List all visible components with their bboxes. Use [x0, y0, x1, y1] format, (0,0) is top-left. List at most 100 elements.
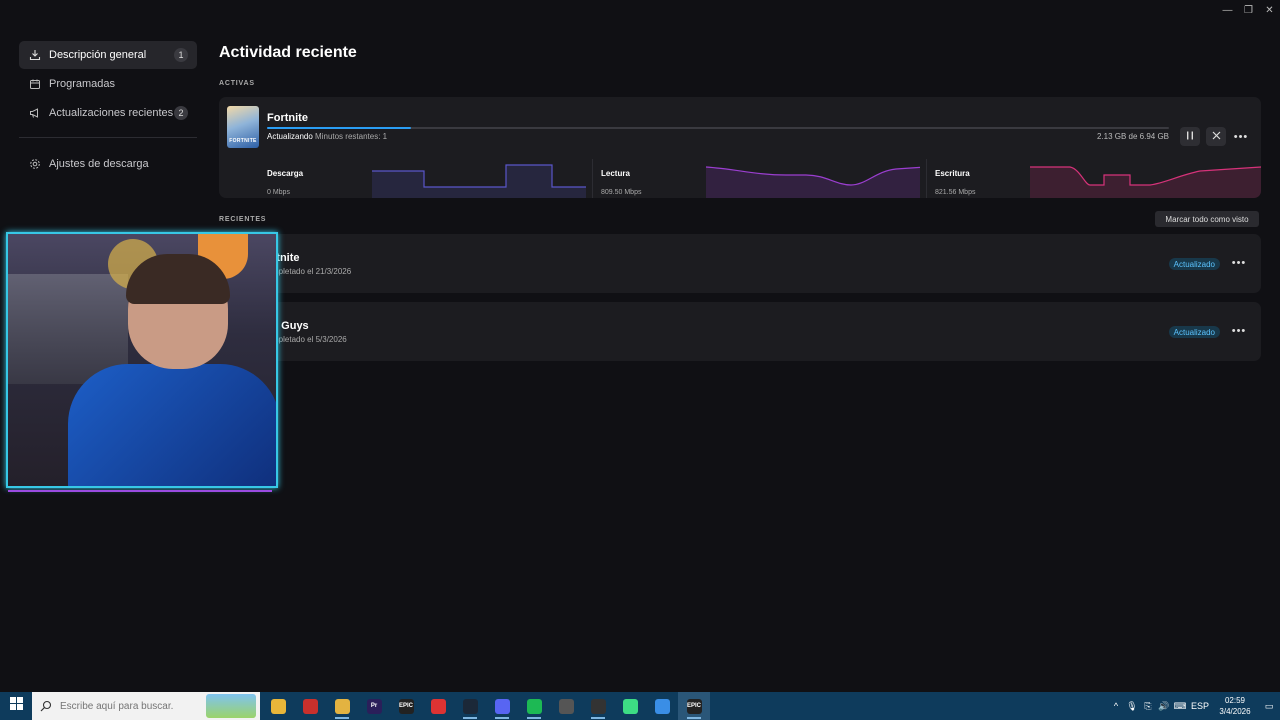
stat-read: Lectura 809.50 Mbps [586, 157, 920, 198]
webcam-overlay [6, 232, 278, 488]
file-explorer-icon [270, 698, 286, 714]
game-thumbnail[interactable]: FORTNITE [227, 106, 259, 148]
android-icon [622, 698, 638, 714]
status-text: Actualizando [267, 132, 313, 141]
search-highlight-image [206, 694, 256, 718]
taskbar-app[interactable] [646, 692, 678, 720]
start-button[interactable] [0, 692, 32, 720]
status-badge: Actualizado [1168, 326, 1220, 338]
discord-icon [494, 698, 510, 714]
taskbar-app[interactable] [454, 692, 486, 720]
taskbar-search[interactable] [32, 692, 260, 720]
megaphone-icon [28, 106, 42, 120]
search-icon [40, 700, 52, 712]
sidebar-item-recent-updates[interactable]: Actualizaciones recientes 2 [19, 99, 197, 127]
sidebar-item-overview[interactable]: Descripción general 1 [19, 41, 197, 69]
minimize-button[interactable]: — [1217, 0, 1238, 20]
more-options-button[interactable]: ••• [1230, 325, 1248, 337]
taskbar-app[interactable] [294, 692, 326, 720]
stat-write: Escritura 821.56 Mbps [920, 157, 1261, 198]
obs-icon [590, 698, 606, 714]
sidebar-item-scheduled[interactable]: Programadas [19, 70, 197, 98]
app-red-icon [302, 698, 318, 714]
close-icon [1212, 131, 1221, 142]
sidebar-item-download-settings[interactable]: Ajustes de descarga [19, 150, 197, 178]
section-label-recent: RECIENTES [219, 216, 267, 223]
section-label-active: ACTIVAS [219, 80, 255, 87]
network-icon[interactable]: ⎘ [1140, 692, 1156, 720]
sidebar-item-label: Ajustes de descarga [49, 158, 149, 170]
count-badge: 1 [174, 48, 188, 62]
sidebar-divider [19, 137, 197, 138]
stat-label: Descarga [267, 169, 304, 178]
recent-item[interactable]: ll Guys mpletado el 5/3/2026 Actualizado… [219, 302, 1261, 361]
sidebar-item-label: Programadas [49, 78, 116, 90]
keyboard-icon[interactable]: ⌨ [1172, 692, 1188, 720]
recent-item-date: mpletado el 21/3/2026 [272, 267, 352, 276]
stat-value: 0 Mbps [267, 189, 290, 196]
pause-button[interactable] [1180, 127, 1200, 146]
taskbar-app-active[interactable]: EPIC [678, 692, 710, 720]
epic-games-active-icon: EPIC [686, 698, 702, 714]
stat-label: Lectura [601, 169, 630, 178]
more-options-button[interactable]: ••• [1232, 131, 1250, 143]
taskbar-app[interactable] [518, 692, 550, 720]
active-download-card: FORTNITE Fortnite Actualizando Minutos r… [219, 97, 1261, 198]
restore-button[interactable]: ❐ [1238, 0, 1259, 20]
taskbar-app[interactable] [582, 692, 614, 720]
sidebar-item-label: Actualizaciones recientes [49, 107, 174, 119]
taskbar-app[interactable] [262, 692, 294, 720]
clock-time: 02:59 [1224, 696, 1246, 705]
steam-icon [462, 698, 478, 714]
taskbar-app[interactable] [486, 692, 518, 720]
size-text: 2.13 GB de 6.94 GB [1096, 132, 1169, 141]
microphone-icon[interactable]: 🎙 [1124, 692, 1140, 720]
recent-item-date: mpletado el 5/3/2026 [272, 335, 347, 344]
taskbar-app[interactable]: EPIC [390, 692, 422, 720]
app-blue-icon [654, 698, 670, 714]
recent-item[interactable]: rtnite mpletado el 21/3/2026 Actualizado… [219, 234, 1261, 293]
app-red2-icon [430, 698, 446, 714]
calendar-icon [28, 77, 42, 91]
remaining-text: Minutos restantes: 1 [315, 132, 388, 141]
search-input[interactable] [60, 700, 210, 712]
sidebar: Descripción general 1 Programadas Actual… [19, 41, 197, 179]
volume-icon[interactable]: 🔊 [1156, 692, 1172, 720]
more-options-button[interactable]: ••• [1230, 257, 1248, 269]
close-window-button[interactable]: ✕ [1259, 0, 1280, 20]
epic-games-icon: EPIC [398, 698, 414, 714]
clock[interactable]: 02:59 3/4/2026 [1212, 695, 1258, 717]
status-line: Actualizando Minutos restantes: 1 [267, 132, 387, 141]
webcam-accent-bar [8, 490, 272, 492]
game-name: Fortnite [267, 112, 308, 124]
sidebar-item-label: Descripción general [49, 49, 147, 61]
language-indicator[interactable]: ESP [1188, 692, 1212, 720]
stat-value: 821.56 Mbps [935, 189, 976, 196]
status-badge: Actualizado [1168, 258, 1220, 270]
stat-download: Descarga 0 Mbps [252, 157, 586, 198]
stat-label: Escritura [935, 169, 970, 178]
pause-icon [1186, 131, 1194, 142]
taskbar-apps: Pr EPIC EPIC [262, 692, 710, 720]
spotify-icon [526, 698, 542, 714]
chrome-icon [334, 698, 350, 714]
taskbar-app[interactable] [550, 692, 582, 720]
progress-bar [267, 127, 1169, 129]
window-controls: — ❐ ✕ [1217, 0, 1280, 20]
count-badge: 2 [174, 106, 188, 120]
clock-date: 3/4/2026 [1219, 707, 1251, 716]
taskbar-app[interactable] [422, 692, 454, 720]
notifications-icon[interactable]: ▭ [1258, 692, 1280, 720]
taskbar-app[interactable] [326, 692, 358, 720]
cancel-button[interactable] [1206, 127, 1226, 146]
taskbar-app[interactable] [614, 692, 646, 720]
stat-value: 809.50 Mbps [601, 189, 642, 196]
download-icon [28, 48, 42, 62]
mark-all-seen-button[interactable]: Marcar todo como visto [1155, 211, 1259, 227]
taskbar-app[interactable]: Pr [358, 692, 390, 720]
premiere-icon: Pr [366, 698, 382, 714]
progress-fill [267, 127, 412, 129]
chevron-up-icon[interactable]: ^ [1108, 692, 1124, 720]
page-title: Actividad reciente [219, 44, 357, 61]
taskbar: Pr EPIC EPIC ^ 🎙 ⎘ 🔊 ⌨ ESP 02:59 3/4/202… [0, 692, 1280, 720]
